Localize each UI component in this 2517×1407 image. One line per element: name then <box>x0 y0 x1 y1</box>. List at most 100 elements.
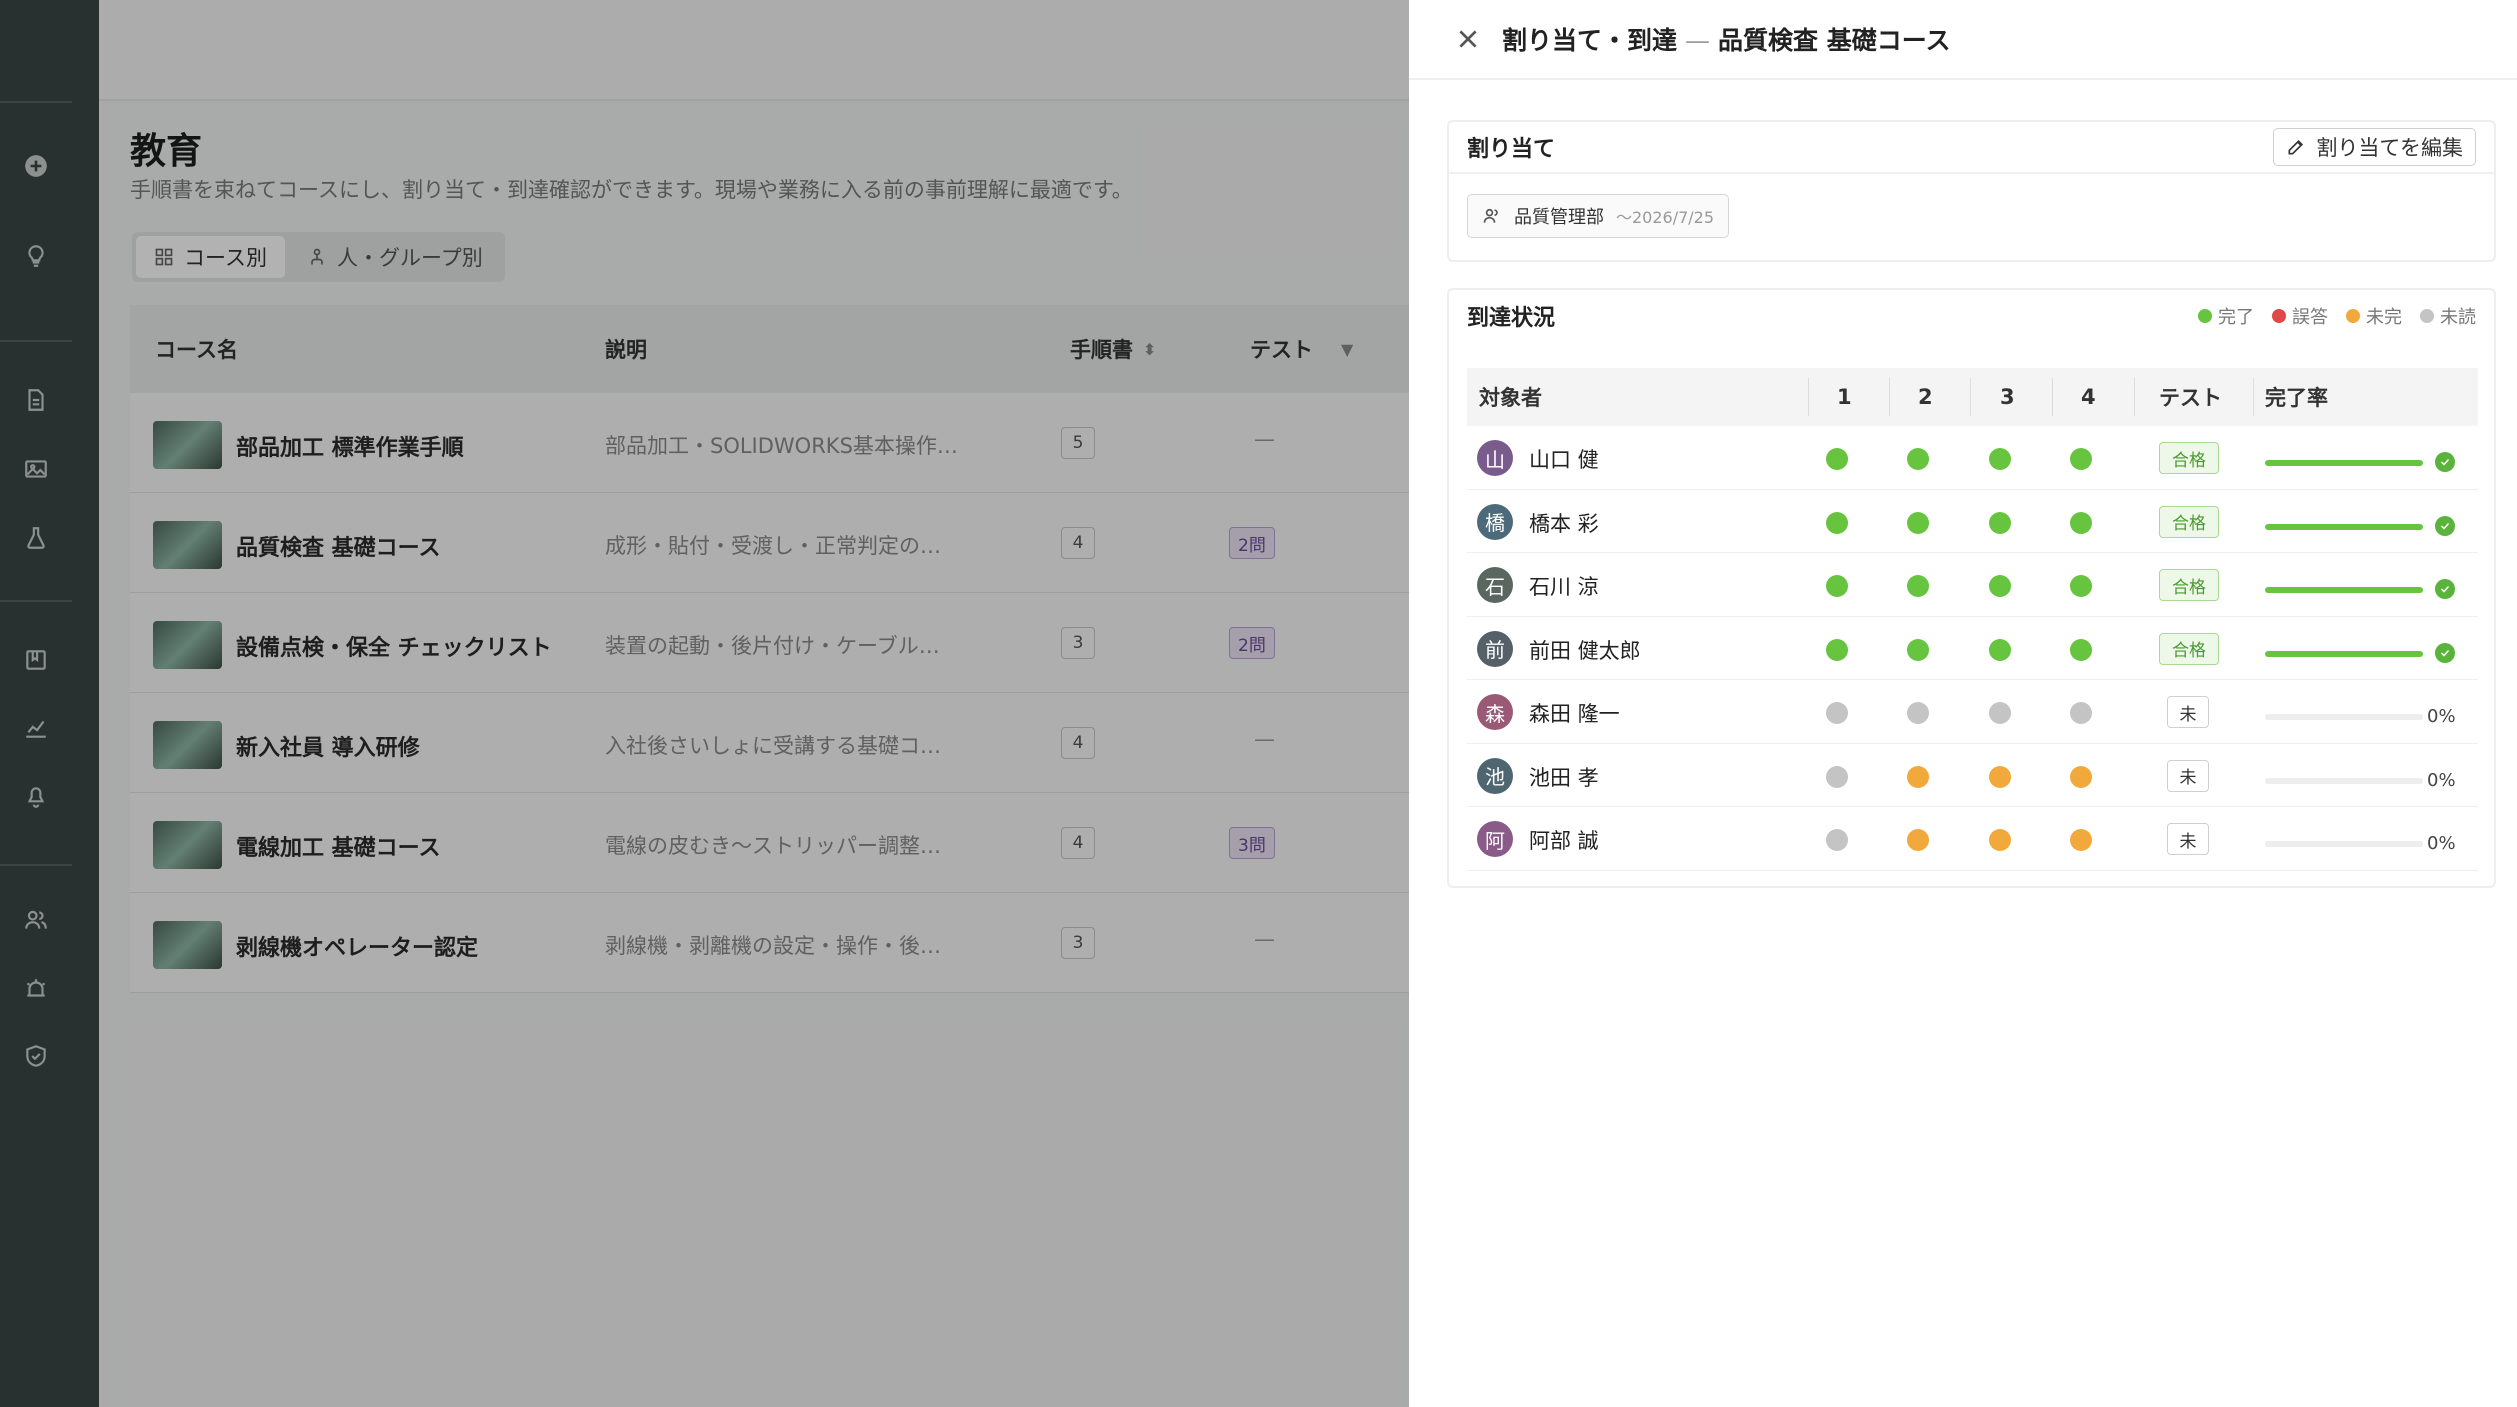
column-header-rate: 完了率 <box>2265 386 2328 410</box>
drawer-header: 割り当て・到達 — 品質検査 基礎コース <box>1409 0 2517 80</box>
drawer-title: 割り当て・到達 — 品質検査 基礎コース <box>1502 26 1951 55</box>
column-divider <box>1970 378 1971 416</box>
test-status-badge: 合格 <box>2159 569 2219 601</box>
completion-percent: 0% <box>2427 769 2456 791</box>
step-status-dot <box>1907 638 1929 661</box>
person-name: 石川 涼 <box>1529 575 1599 599</box>
step-status-dot <box>2070 511 2092 534</box>
status-legend: 完了 誤答 未完 未読 <box>2198 303 2476 329</box>
step-status-dot <box>2070 448 2092 470</box>
avatar: 森 <box>1477 694 1513 730</box>
person-row[interactable]: 石石川 涼 合格 <box>1467 553 2478 617</box>
column-header-step-1: 1 <box>1837 385 1852 409</box>
test-status-badge: 未 <box>2167 823 2209 855</box>
legend-label: 完了 <box>2218 307 2254 328</box>
legend-label: 未完 <box>2366 307 2402 328</box>
assignment-title: 割り当て <box>1467 137 1556 162</box>
step-status-dot <box>1907 765 1929 788</box>
legend-dot <box>2346 309 2360 323</box>
step-status-dot <box>1989 702 2011 724</box>
test-status-badge: 未 <box>2167 759 2209 792</box>
person-name: 阿部 誠 <box>1529 829 1599 853</box>
step-status-dot <box>1907 511 1929 534</box>
test-status-badge: 合格 <box>2159 632 2219 665</box>
test-status-badge: 未 <box>2167 696 2209 728</box>
step-status-dot <box>2070 638 2092 661</box>
assignee-chip[interactable]: 品質管理部 〜2026/7/25 <box>1467 194 1730 238</box>
avatar: 石 <box>1477 567 1513 603</box>
completion-bar <box>2265 650 2423 657</box>
group-icon <box>1483 208 1498 223</box>
completion-bar <box>2265 523 2423 530</box>
step-status-dot <box>2070 765 2092 788</box>
legend-label: 未読 <box>2440 307 2476 328</box>
person-list: 山山口 健合格橋橋本 彩合格石石川 涼合格前前田 健太郎 合格森森田 隆一未 0% 池… <box>1467 426 2478 871</box>
legend-dot <box>2420 309 2434 323</box>
progress-card-header: 到達状況 完了 誤答 未完 未読 <box>1449 290 2494 342</box>
completion-percent: 0% <box>2427 706 2456 727</box>
avatar: 橋 <box>1477 503 1513 540</box>
pencil-icon <box>2288 139 2304 155</box>
column-divider <box>1889 378 1890 416</box>
person-row[interactable]: 森森田 隆一 未 0% <box>1467 680 2478 744</box>
step-status-dot <box>1989 511 2011 534</box>
step-status-dot <box>1989 829 2011 851</box>
edit-assignment-button[interactable]: 割り当てを編集 <box>2273 128 2476 166</box>
progress-card: 到達状況 完了 誤答 未完 未読 対象者 1 2 3 4 テスト 完了率 山山口 健合… <box>1447 288 2496 888</box>
legend-label: 誤答 <box>2292 307 2328 328</box>
step-status-dot <box>1907 575 1929 597</box>
assignment-drawer: 割り当て・到達 — 品質検査 基礎コース 割り当て 割り当てを編集 品質管理部 〜2… <box>1409 0 2517 1407</box>
assignee-name: 品質管理部 <box>1514 207 1604 228</box>
person-row[interactable]: 池池田 孝 未 0% <box>1467 744 2478 807</box>
person-name: 橋本 彩 <box>1529 511 1599 536</box>
step-status-dot <box>2070 575 2092 597</box>
person-row[interactable]: 前前田 健太郎 合格 <box>1467 617 2478 680</box>
close-icon[interactable] <box>1454 25 1482 53</box>
avatar: 山 <box>1477 440 1513 476</box>
column-header-step-4: 4 <box>2081 385 2096 409</box>
check-circle-icon <box>2435 642 2455 663</box>
progress-title: 到達状況 <box>1467 306 1556 331</box>
completion-bar-fill <box>2265 460 2423 466</box>
completion-bar-fill <box>2265 523 2423 530</box>
step-status-dot <box>1907 702 1929 724</box>
step-status-dot <box>2070 702 2092 724</box>
legend-item: 誤答 <box>2272 303 2328 329</box>
progress-table: 対象者 1 2 3 4 テスト 完了率 山山口 健合格橋橋本 彩合格石石川 涼合… <box>1467 368 2478 871</box>
step-status-dot <box>1826 638 1848 661</box>
step-status-dot <box>1826 702 1848 724</box>
step-status-dot <box>1989 448 2011 470</box>
step-status-dot <box>1826 829 1848 851</box>
assignment-card: 割り当て 割り当てを編集 品質管理部 〜2026/7/25 <box>1447 120 2496 262</box>
legend-item: 完了 <box>2198 303 2254 329</box>
modal-overlay[interactable] <box>0 0 1409 1407</box>
progress-table-header: 対象者 1 2 3 4 テスト 完了率 <box>1467 368 2478 426</box>
assignment-card-header: 割り当て 割り当てを編集 <box>1449 122 2494 174</box>
completion-bar <box>2265 714 2423 720</box>
step-status-dot <box>1826 765 1848 788</box>
avatar: 池 <box>1477 757 1513 794</box>
column-header-person: 対象者 <box>1479 386 1542 410</box>
test-status-badge: 合格 <box>2159 505 2219 538</box>
completion-bar <box>2265 460 2423 466</box>
person-name: 前田 健太郎 <box>1529 638 1641 663</box>
column-divider <box>1808 378 1809 416</box>
person-row[interactable]: 山山口 健 合格 <box>1467 426 2478 490</box>
step-status-dot <box>1907 829 1929 851</box>
step-status-dot <box>1826 575 1848 597</box>
avatar: 阿 <box>1477 821 1513 857</box>
test-status-badge: 合格 <box>2159 442 2219 474</box>
column-divider <box>2052 378 2053 416</box>
legend-dot <box>2272 309 2286 323</box>
step-status-dot <box>1989 575 2011 597</box>
completion-bar <box>2265 587 2423 593</box>
step-status-dot <box>1826 448 1848 470</box>
column-header-step-2: 2 <box>1918 385 1933 409</box>
person-row[interactable]: 橋橋本 彩 合格 <box>1467 490 2478 553</box>
person-row[interactable]: 阿阿部 誠 未 0% <box>1467 807 2478 871</box>
step-status-dot <box>1989 638 2011 661</box>
person-name: 山口 健 <box>1529 448 1599 472</box>
legend-item: 未完 <box>2346 303 2402 329</box>
column-header-test: テスト <box>2159 386 2222 410</box>
avatar: 前 <box>1477 630 1513 667</box>
